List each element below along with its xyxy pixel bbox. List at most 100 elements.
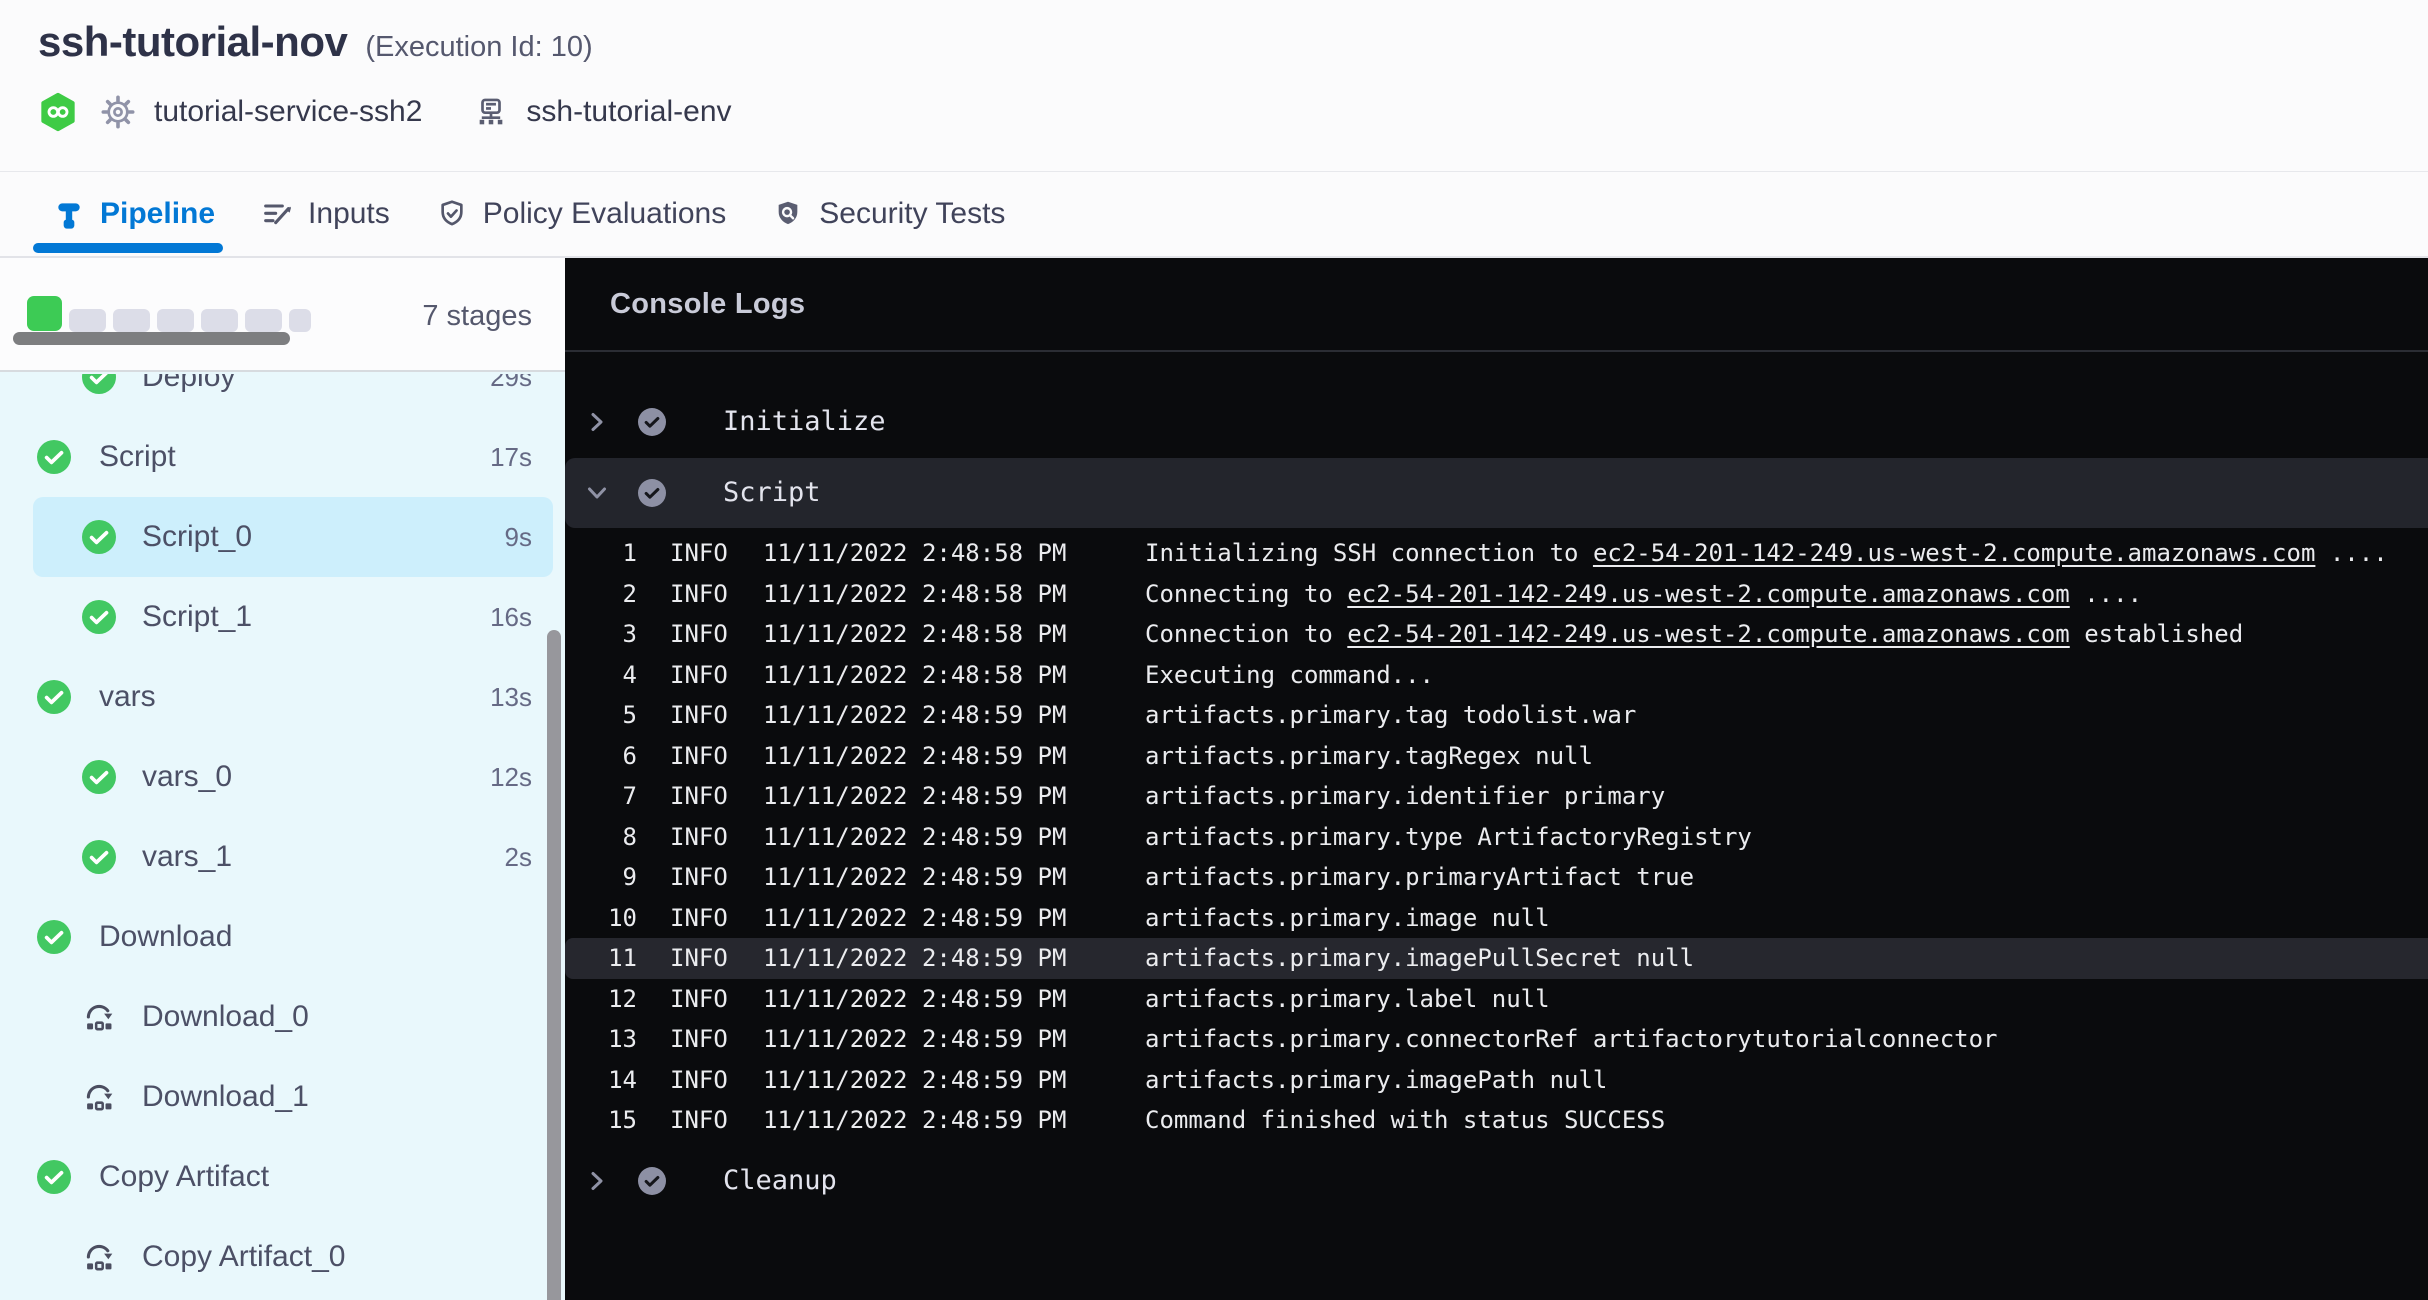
- log-level: INFO: [670, 736, 728, 777]
- log-timestamp: 11/11/2022 2:48:59 PM: [763, 979, 1066, 1020]
- stage-duration: 29s: [490, 374, 532, 417]
- log-line-1: 1INFO11/11/2022 2:48:58 PMInitializing S…: [565, 533, 2428, 574]
- pipeline-icon: [53, 198, 85, 230]
- log-line-number: 5: [565, 695, 637, 736]
- log-message: artifacts.primary.label null: [1145, 979, 1550, 1020]
- log-timestamp: 11/11/2022 2:48:59 PM: [763, 898, 1066, 939]
- stage-label: Download_0: [142, 977, 309, 1057]
- log-message: Connecting to ec2-54-201-142-249.us-west…: [1145, 574, 2142, 615]
- log-line-number: 15: [565, 1100, 637, 1141]
- log-host-link[interactable]: ec2-54-201-142-249.us-west-2.compute.ama…: [1347, 620, 2069, 648]
- stage-row-script-0[interactable]: Script_09s: [0, 497, 565, 577]
- stage-duration: 13s: [490, 657, 532, 737]
- stage-row-copy-artifact[interactable]: Copy Artifact: [0, 1137, 565, 1217]
- tab-inputs[interactable]: Inputs: [261, 197, 390, 231]
- log-message: artifacts.primary.tag todolist.war: [1145, 695, 1636, 736]
- stage-row-script-1[interactable]: Script_116s: [0, 577, 565, 657]
- log-lines: 1INFO11/11/2022 2:48:58 PMInitializing S…: [565, 533, 2428, 1141]
- console-logs-title: Console Logs: [610, 288, 805, 321]
- stages-sidebar: 7 stages Deploy29sScript 17sScript_09sScr…: [0, 258, 565, 1300]
- log-section-script[interactable]: Script: [565, 458, 2428, 528]
- stage-row-script[interactable]: Script 17s: [0, 417, 565, 497]
- log-level: INFO: [670, 857, 728, 898]
- log-line-4: 4INFO11/11/2022 2:48:58 PMExecuting comm…: [565, 655, 2428, 696]
- stage-row-vars-0[interactable]: vars_0 12s: [0, 737, 565, 817]
- log-level: INFO: [670, 898, 728, 939]
- log-message: artifacts.primary.imagePullSecret null: [1145, 938, 1694, 979]
- title-row: ssh-tutorial-nov (Execution Id: 10): [38, 18, 593, 66]
- stage-success-icon: [37, 920, 71, 954]
- stage-label: Download: [99, 897, 232, 977]
- log-timestamp: 11/11/2022 2:48:59 PM: [763, 1060, 1066, 1101]
- log-timestamp: 11/11/2022 2:48:59 PM: [763, 817, 1066, 858]
- stage-progress-segment-done: [27, 296, 62, 331]
- log-section-cleanup[interactable]: Cleanup: [565, 1146, 2428, 1216]
- stage-row-copy-artifact-0[interactable]: Copy Artifact_0: [0, 1217, 565, 1297]
- log-line-number: 14: [565, 1060, 637, 1101]
- log-line-number: 10: [565, 898, 637, 939]
- stage-label: Script: [99, 417, 176, 497]
- stage-duration: 12s: [490, 737, 532, 817]
- pipeline-execution-page: ssh-tutorial-nov (Execution Id: 10): [0, 0, 2428, 1300]
- tab-pipeline[interactable]: Pipeline: [53, 197, 215, 231]
- stage-retry-icon: [82, 1000, 116, 1034]
- stage-success-icon: [82, 520, 116, 554]
- stage-progress-segment: [201, 309, 238, 332]
- stage-progress-segment: [157, 309, 194, 332]
- stage-label: vars: [99, 657, 156, 737]
- log-host-link[interactable]: ec2-54-201-142-249.us-west-2.compute.ama…: [1593, 539, 2315, 567]
- execution-id-label: (Execution Id: 10): [365, 31, 592, 64]
- stage-success-icon: [37, 680, 71, 714]
- stage-row-download-0[interactable]: Download_0: [0, 977, 565, 1057]
- chevron-down-icon: [585, 481, 609, 505]
- gear-icon: [100, 94, 136, 130]
- log-line-9: 9INFO11/11/2022 2:48:59 PMartifacts.prim…: [565, 857, 2428, 898]
- stage-label: vars_0: [142, 737, 232, 817]
- stage-row-vars[interactable]: vars 13s: [0, 657, 565, 737]
- cd-module-icon: [38, 92, 78, 132]
- log-level: INFO: [670, 1060, 728, 1101]
- stages-progress-strip: 7 stages: [0, 258, 565, 372]
- tab-security-tests[interactable]: Security Tests: [772, 197, 1005, 231]
- section-label: Script: [723, 458, 821, 528]
- log-message: artifacts.primary.image null: [1145, 898, 1550, 939]
- stage-row-download-1[interactable]: Download_1: [0, 1057, 565, 1137]
- log-timestamp: 11/11/2022 2:48:58 PM: [763, 533, 1066, 574]
- log-host-link[interactable]: ec2-54-201-142-249.us-west-2.compute.ama…: [1347, 580, 2069, 608]
- log-timestamp: 11/11/2022 2:48:58 PM: [763, 655, 1066, 696]
- log-line-number: 2: [565, 574, 637, 615]
- log-message: artifacts.primary.connectorRef artifacto…: [1145, 1019, 1998, 1060]
- log-timestamp: 11/11/2022 2:48:59 PM: [763, 938, 1066, 979]
- stage-label: Download_1: [142, 1057, 309, 1137]
- log-level: INFO: [670, 817, 728, 858]
- log-line-number: 1: [565, 533, 637, 574]
- stage-progress-segment: [69, 309, 106, 332]
- log-message: artifacts.primary.type ArtifactoryRegist…: [1145, 817, 1752, 858]
- horizontal-scrollbar[interactable]: [13, 332, 290, 345]
- stage-row-deploy[interactable]: Deploy29s: [0, 374, 565, 417]
- log-level: INFO: [670, 979, 728, 1020]
- service-name: tutorial-service-ssh2: [154, 95, 422, 129]
- stage-row-download[interactable]: Download: [0, 897, 565, 977]
- security-shield-icon: [772, 198, 804, 230]
- log-line-number: 13: [565, 1019, 637, 1060]
- section-success-icon: [638, 1167, 666, 1195]
- stage-duration: 9s: [505, 497, 532, 577]
- environment-icon: [474, 95, 508, 129]
- stage-retry-icon: [82, 1240, 116, 1274]
- log-level: INFO: [670, 695, 728, 736]
- console-logs-panel: Console Logs InitializeScript 1 INFO 11/11/…: [565, 258, 2428, 1300]
- stage-success-icon: [82, 840, 116, 874]
- stage-success-icon: [82, 760, 116, 794]
- console-logs-header: Console Logs: [565, 258, 2428, 352]
- log-message: Executing command...: [1145, 655, 1434, 696]
- log-level: INFO: [670, 533, 728, 574]
- vertical-scrollbar[interactable]: [547, 630, 561, 1300]
- log-section-initialize[interactable]: Initialize: [565, 388, 2428, 456]
- active-tab-underline: [33, 243, 223, 253]
- stage-duration: 17s: [490, 417, 532, 497]
- execution-tabbar: Pipeline Inputs Policy Eval: [0, 172, 2428, 258]
- log-message: artifacts.primary.imagePath null: [1145, 1060, 1607, 1101]
- stage-row-vars-1[interactable]: vars_12s: [0, 817, 565, 897]
- tab-policy-evaluations[interactable]: Policy Evaluations: [436, 197, 726, 231]
